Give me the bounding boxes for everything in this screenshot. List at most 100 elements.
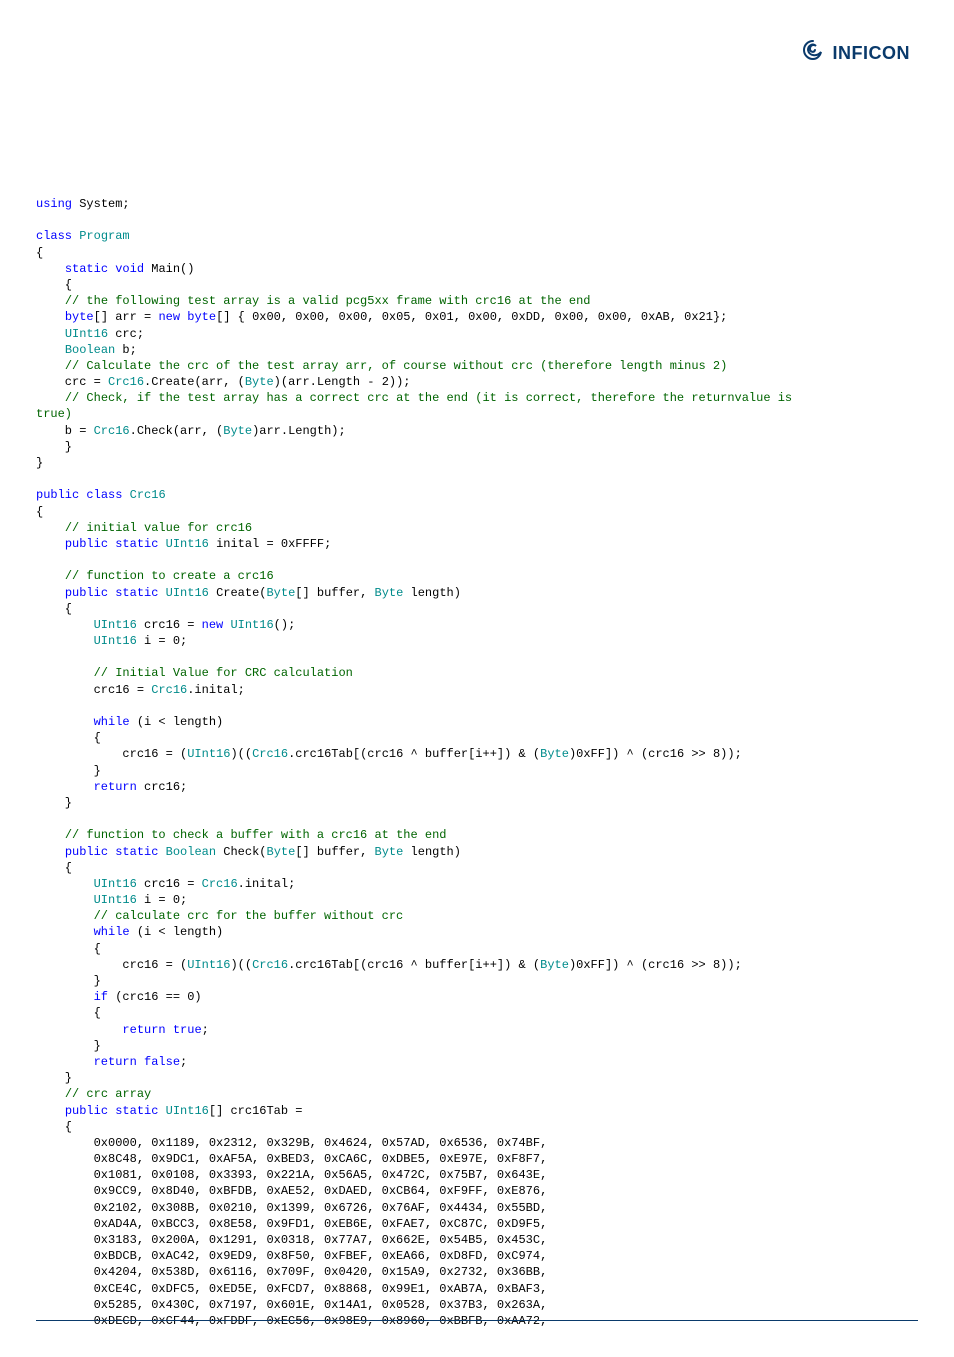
- code-line: // function to create a crc16: [36, 568, 918, 584]
- code-token: return: [94, 1055, 137, 1069]
- code-line: }: [36, 439, 918, 455]
- code-token: Crc16: [130, 488, 166, 502]
- code-line: UInt16 crc;: [36, 326, 918, 342]
- code-line: }: [36, 795, 918, 811]
- code-token: // calculate crc for the buffer without …: [94, 909, 404, 923]
- code-token: Crc16: [252, 747, 288, 761]
- code-token: )(arr.Length - 2));: [274, 375, 411, 389]
- code-line: public static UInt16 inital = 0xFFFF;: [36, 536, 918, 552]
- code-token: // function to check a buffer with a crc…: [65, 828, 447, 842]
- code-line: UInt16 crc16 = new UInt16();: [36, 617, 918, 633]
- code-token: Boolean: [65, 343, 115, 357]
- code-token: UInt16: [94, 634, 137, 648]
- code-token: [36, 359, 65, 373]
- code-token: // Initial Value for CRC calculation: [94, 666, 353, 680]
- code-token: Byte: [375, 586, 404, 600]
- code-line: crc16 = (UInt16)((Crc16.crc16Tab[(crc16 …: [36, 957, 918, 973]
- code-token: public: [65, 537, 108, 551]
- code-token: [] { 0x00, 0x00, 0x00, 0x05, 0x01, 0x00,…: [216, 310, 727, 324]
- code-line: 0x0000, 0x1189, 0x2312, 0x329B, 0x4624, …: [36, 1135, 918, 1151]
- code-token: 0x2102, 0x308B, 0x0210, 0x1399, 0x6726, …: [36, 1201, 547, 1215]
- code-token: [] buffer,: [295, 586, 374, 600]
- code-token: [36, 634, 94, 648]
- code-token: 0x8C48, 0x9DC1, 0xAF5A, 0xBED3, 0xCA6C, …: [36, 1152, 547, 1166]
- code-token: [158, 845, 165, 859]
- code-token: [36, 343, 65, 357]
- code-line: public class Crc16: [36, 487, 918, 503]
- code-token: return: [94, 780, 137, 794]
- code-token: [122, 488, 129, 502]
- code-line: UInt16 i = 0;: [36, 633, 918, 649]
- code-token: crc =: [36, 375, 108, 389]
- code-token: // function to create a crc16: [65, 569, 274, 583]
- code-token: Byte: [267, 845, 296, 859]
- code-token: crc;: [108, 327, 144, 341]
- code-token: // initial value for crc16: [65, 521, 252, 535]
- code-token: class: [86, 488, 122, 502]
- code-token: [36, 586, 65, 600]
- code-token: }: [36, 974, 101, 988]
- code-token: Crc16: [94, 424, 130, 438]
- code-token: public: [65, 845, 108, 859]
- code-line: true): [36, 406, 918, 422]
- code-token: (i < length): [130, 925, 224, 939]
- code-token: i = 0;: [137, 634, 187, 648]
- code-line: {: [36, 277, 918, 293]
- code-token: [158, 586, 165, 600]
- logo-header: INFICON: [803, 40, 910, 66]
- code-line: static void Main(): [36, 261, 918, 277]
- code-token: [36, 569, 65, 583]
- code-line: class Program: [36, 228, 918, 244]
- code-line: }: [36, 763, 918, 779]
- code-token: [36, 666, 94, 680]
- code-line: 0x5285, 0x430C, 0x7197, 0x601E, 0x14A1, …: [36, 1297, 918, 1313]
- code-line: // calculate crc for the buffer without …: [36, 908, 918, 924]
- code-token: UInt16: [187, 747, 230, 761]
- code-token: inital = 0xFFFF;: [209, 537, 331, 551]
- code-line: {: [36, 504, 918, 520]
- code-token: public: [65, 586, 108, 600]
- code-line: // Check, if the test array has a correc…: [36, 390, 918, 406]
- code-token: void: [115, 262, 144, 276]
- code-token: new: [202, 618, 224, 632]
- code-token: Byte: [375, 845, 404, 859]
- code-token: static: [115, 537, 158, 551]
- code-token: crc16;: [137, 780, 187, 794]
- code-token: [36, 521, 65, 535]
- code-token: crc16 =: [36, 683, 151, 697]
- code-token: [36, 780, 94, 794]
- code-line: crc16 = (UInt16)((Crc16.crc16Tab[(crc16 …: [36, 746, 918, 762]
- code-line: 0xBDCB, 0xAC42, 0x9ED9, 0x8F50, 0xFBEF, …: [36, 1248, 918, 1264]
- code-token: Crc16: [252, 958, 288, 972]
- code-line: UInt16 crc16 = Crc16.inital;: [36, 876, 918, 892]
- code-line: 0x8C48, 0x9DC1, 0xAF5A, 0xBED3, 0xCA6C, …: [36, 1151, 918, 1167]
- code-token: [36, 1055, 94, 1069]
- code-token: .crc16Tab[(crc16 ^ buffer[i++]) & (: [288, 747, 540, 761]
- code-line: return false;: [36, 1054, 918, 1070]
- code-token: {: [36, 731, 101, 745]
- code-token: [36, 618, 94, 632]
- code-token: 0x3183, 0x200A, 0x1291, 0x0318, 0x77A7, …: [36, 1233, 547, 1247]
- code-line: 0x4204, 0x538D, 0x6116, 0x709F, 0x0420, …: [36, 1264, 918, 1280]
- code-token: [36, 294, 65, 308]
- code-token: while: [94, 715, 130, 729]
- code-line: crc = Crc16.Create(arr, (Byte)(arr.Lengt…: [36, 374, 918, 390]
- code-token: UInt16: [94, 618, 137, 632]
- code-token: Main(): [144, 262, 194, 276]
- code-token: class: [36, 229, 72, 243]
- code-line: // the following test array is a valid p…: [36, 293, 918, 309]
- code-token: ;: [202, 1023, 209, 1037]
- code-token: static: [115, 586, 158, 600]
- code-token: )((: [230, 747, 252, 761]
- code-token: [166, 1023, 173, 1037]
- code-token: 0x4204, 0x538D, 0x6116, 0x709F, 0x0420, …: [36, 1265, 547, 1279]
- code-token: [36, 1023, 122, 1037]
- code-token: Byte: [266, 586, 295, 600]
- code-token: [158, 537, 165, 551]
- code-token: b =: [36, 424, 94, 438]
- code-token: (i < length): [130, 715, 224, 729]
- code-token: {: [36, 278, 72, 292]
- code-line: 0x9CC9, 0x8D40, 0xBFDB, 0xAE52, 0xDAED, …: [36, 1183, 918, 1199]
- code-line: {: [36, 601, 918, 617]
- code-token: UInt16: [166, 1104, 209, 1118]
